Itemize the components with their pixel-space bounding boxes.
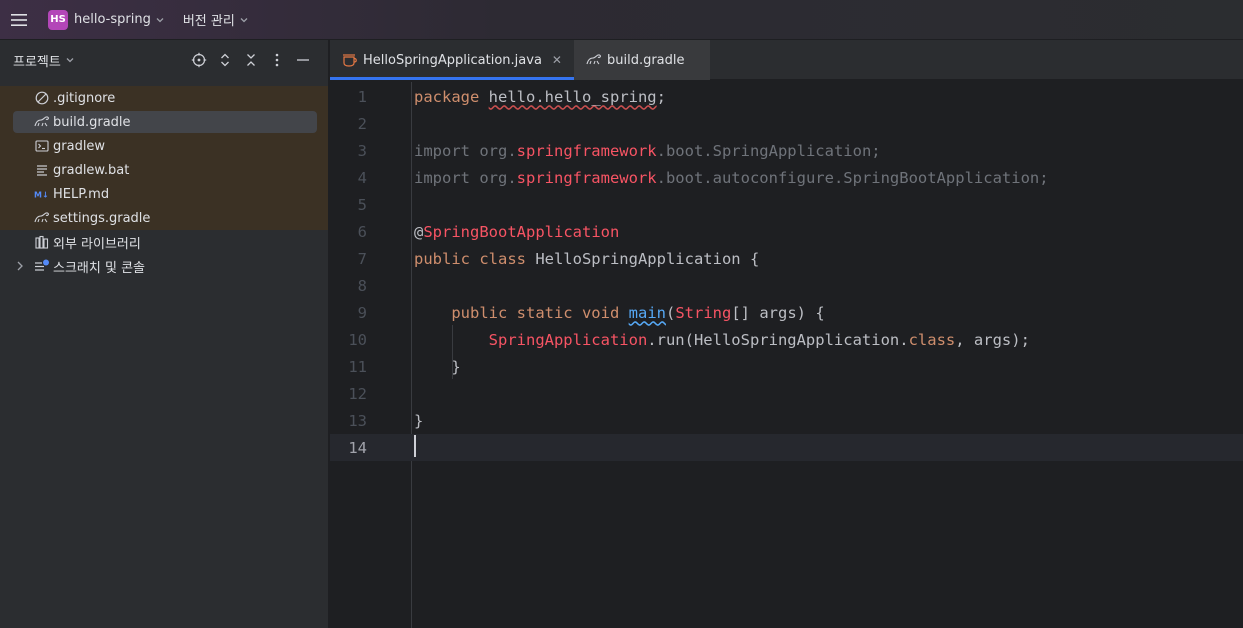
tree-item-label: gradlew.bat <box>53 162 130 178</box>
project-tool-window: 프로젝트 .gitignore build.gradle gradlew gra… <box>0 40 329 628</box>
minimize-icon <box>297 59 309 61</box>
library-icon <box>34 234 50 250</box>
tree-item-build-gradle[interactable]: build.gradle <box>0 110 328 134</box>
locate-file-button[interactable] <box>186 47 212 73</box>
project-view-selector[interactable]: 프로젝트 <box>13 51 75 70</box>
line-number: 14 <box>348 438 367 457</box>
markdown-icon: M↓ <box>34 186 50 202</box>
code-line-6[interactable]: 6 @SpringBootApplication <box>330 218 1243 245</box>
project-name-dropdown[interactable]: hello-spring <box>74 12 151 27</box>
tree-item-label: build.gradle <box>53 114 131 130</box>
code-text: import org.springframework.boot.SpringAp… <box>414 141 881 160</box>
gradle-icon <box>586 52 602 68</box>
code-line-5[interactable]: 5 <box>330 191 1243 218</box>
code-line-2[interactable]: 2 <box>330 110 1243 137</box>
text-caret <box>414 435 416 457</box>
code-text: package hello.hello_spring; <box>414 87 666 106</box>
code-line-3[interactable]: 3 import org.springframework.boot.Spring… <box>330 137 1243 164</box>
code-line-9[interactable]: 9 public static void main(String[] args)… <box>330 299 1243 326</box>
text-file-icon <box>34 162 50 178</box>
vcs-label: 버전 관리 <box>182 14 235 29</box>
tree-item-label: HELP.md <box>53 186 110 202</box>
tree-item-help-md[interactable]: M↓ HELP.md <box>0 182 328 206</box>
hide-panel-button[interactable] <box>290 47 316 73</box>
tree-item-settings-gradle[interactable]: settings.gradle <box>0 206 328 230</box>
tree-item-label: 스크래치 및 콘솔 <box>53 260 145 276</box>
svg-text:M↓: M↓ <box>34 191 49 200</box>
vcs-dropdown[interactable]: 버전 관리 <box>183 10 249 29</box>
code-text: } <box>414 411 424 430</box>
chevron-down-icon <box>239 15 249 25</box>
tree-item-gradlew-bat[interactable]: gradlew.bat <box>0 158 328 182</box>
line-number: 6 <box>357 222 367 241</box>
code-line-10[interactable]: 10 SpringApplication.run(HelloSpringAppl… <box>330 326 1243 353</box>
tree-item-gradlew[interactable]: gradlew <box>0 134 328 158</box>
gradle-icon <box>34 210 50 226</box>
java-icon <box>342 52 358 68</box>
line-number: 2 <box>357 114 367 133</box>
line-number: 4 <box>357 168 367 187</box>
code-line-8[interactable]: 8 <box>330 272 1243 299</box>
line-number: 13 <box>348 411 367 430</box>
line-number: 3 <box>357 141 367 160</box>
tree-item-external-libraries[interactable]: 외부 라이브러리 <box>0 230 328 254</box>
project-panel-header: 프로젝트 <box>0 40 328 80</box>
ignored-file-icon <box>34 90 50 106</box>
line-number: 11 <box>348 357 367 376</box>
line-number: 8 <box>357 276 367 295</box>
line-number: 10 <box>348 330 367 349</box>
tab-hello-spring-application[interactable]: HelloSpringApplication.java ✕ <box>330 40 574 80</box>
line-number: 7 <box>357 249 367 268</box>
code-editor[interactable]: 1 package hello.hello_spring; 2 3 import… <box>330 82 1243 628</box>
collapse-all-button[interactable] <box>238 47 264 73</box>
line-number: 9 <box>357 303 367 322</box>
tab-label: build.gradle <box>606 52 685 68</box>
project-panel-title: 프로젝트 <box>13 54 61 70</box>
expand-icon <box>221 53 229 67</box>
code-line-13[interactable]: 13 } <box>330 407 1243 434</box>
close-icon[interactable]: ✕ <box>552 53 562 67</box>
title-bar: HS hello-spring 버전 관리 <box>0 0 1243 40</box>
main-menu-button[interactable] <box>0 0 38 40</box>
code-line-7[interactable]: 7 public class HelloSpringApplication { <box>330 245 1243 272</box>
tree-item-label: settings.gradle <box>53 210 151 226</box>
code-text: SpringApplication.run(HelloSpringApplica… <box>488 330 1030 349</box>
tree-item-label: .gitignore <box>53 90 116 106</box>
editor-tabs: HelloSpringApplication.java ✕ build.grad… <box>330 40 1243 80</box>
tree-item-label: 외부 라이브러리 <box>53 236 141 252</box>
terminal-file-icon <box>34 138 50 154</box>
code-line-4[interactable]: 4 import org.springframework.boot.autoco… <box>330 164 1243 191</box>
more-vertical-icon <box>275 53 279 67</box>
tab-build-gradle[interactable]: build.gradle <box>573 40 710 80</box>
tab-label: HelloSpringApplication.java <box>363 52 542 68</box>
tree-item-label: gradlew <box>53 138 106 154</box>
crosshair-icon <box>191 52 207 68</box>
options-button[interactable] <box>264 47 290 73</box>
code-line-11[interactable]: 11 } <box>330 353 1243 380</box>
tree-item-scratches[interactable]: 스크래치 및 콘솔 <box>0 254 328 278</box>
code-text: @SpringBootApplication <box>414 222 620 241</box>
expand-all-button[interactable] <box>212 47 238 73</box>
collapse-icon <box>247 54 255 66</box>
code-line-12[interactable]: 12 <box>330 380 1243 407</box>
hamburger-icon <box>11 13 27 26</box>
code-text: public static void main(String[] args) { <box>451 303 825 322</box>
line-number: 5 <box>357 195 367 214</box>
chevron-down-icon <box>65 55 75 65</box>
code-line-14[interactable]: 14 <box>330 434 1243 461</box>
code-text: import org.springframework.boot.autoconf… <box>414 168 1049 187</box>
line-number: 1 <box>357 87 367 106</box>
code-text: } <box>414 357 461 376</box>
tree-item-gitignore[interactable]: .gitignore <box>0 86 328 110</box>
project-tree: .gitignore build.gradle gradlew gradlew.… <box>0 86 328 278</box>
code-text: public class HelloSpringApplication { <box>414 249 760 268</box>
gradle-icon <box>34 114 50 130</box>
scratches-icon <box>34 258 50 274</box>
code-line-1[interactable]: 1 package hello.hello_spring; <box>330 83 1243 110</box>
chevron-down-icon[interactable] <box>155 15 165 25</box>
line-number: 12 <box>348 384 367 403</box>
project-badge[interactable]: HS <box>48 9 68 30</box>
chevron-right-icon[interactable] <box>14 258 26 278</box>
